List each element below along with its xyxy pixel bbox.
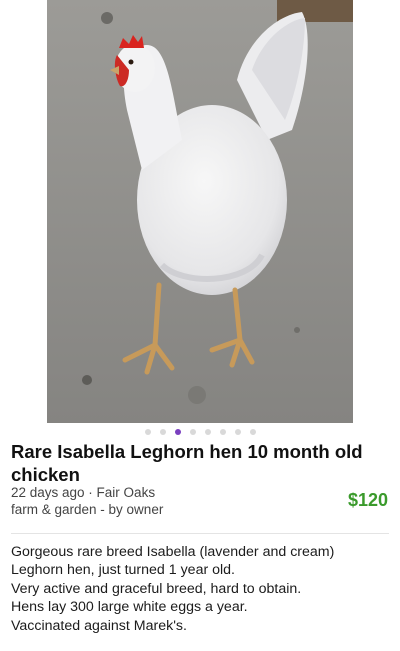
- description-line: Very active and graceful breed, hard to …: [11, 580, 302, 597]
- listing-meta: 22 days ago · Fair Oaks farm & garden - …: [11, 484, 163, 518]
- divider: [11, 533, 389, 534]
- listing-title: Rare Isabella Leghorn hen 10 month old c…: [11, 441, 363, 485]
- category-info: farm & garden - by owner: [11, 502, 164, 517]
- posted-info: 22 days ago · Fair Oaks: [11, 485, 156, 500]
- pagination-dot[interactable]: [204, 429, 211, 435]
- pagination-dot[interactable]: [219, 429, 226, 435]
- listing-description: Gorgeous rare breed Isabella (lavender a…: [11, 543, 393, 635]
- listing-photo[interactable]: [47, 0, 353, 423]
- description-line: Hens lay 300 large white eggs a year.: [11, 599, 248, 616]
- chicken-photo: [47, 0, 353, 423]
- pagination-dot[interactable]: [144, 429, 151, 435]
- pagination-dot[interactable]: [234, 429, 241, 435]
- pagination-dot[interactable]: [174, 429, 181, 435]
- photo-pagination: [0, 428, 400, 436]
- description-line: Vaccinated against Marek's.: [11, 617, 187, 634]
- pagination-dot[interactable]: [249, 429, 256, 435]
- pagination-dot[interactable]: [159, 429, 166, 435]
- description-line: Gorgeous rare breed Isabella (lavender a…: [11, 544, 335, 560]
- pagination-dot[interactable]: [189, 429, 196, 435]
- listing-price: $120: [347, 490, 388, 510]
- description-line: Leghorn hen, just turned 1 year old.: [11, 562, 236, 579]
